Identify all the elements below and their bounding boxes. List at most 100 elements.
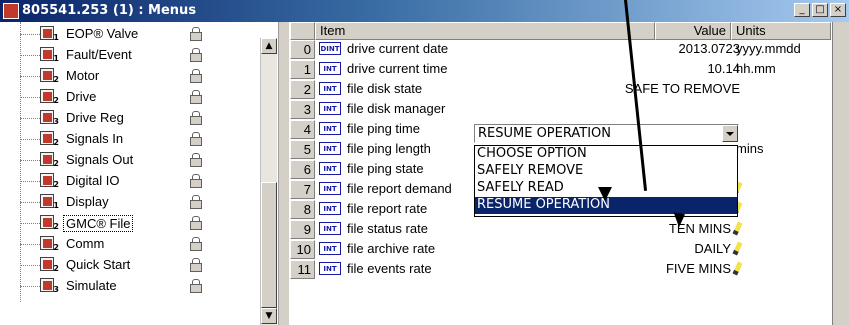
- tree-item[interactable]: 2 Signals Out: [20, 150, 230, 170]
- table-row[interactable]: 9 INT file status rate TEN MINS: [290, 220, 831, 239]
- item-value[interactable]: DAILY: [510, 241, 743, 256]
- maximize-button[interactable]: □: [812, 3, 828, 17]
- row-number: 1: [290, 60, 315, 79]
- node-level-number: 2: [53, 243, 59, 252]
- edit-pencil-icon[interactable]: [732, 261, 743, 276]
- menu-node-icon: 2: [40, 173, 59, 189]
- lock-icon: [190, 258, 202, 272]
- tree-item[interactable]: 2 Comm: [20, 234, 230, 254]
- data-type-badge: INT: [319, 262, 341, 275]
- lock-icon: [190, 48, 202, 62]
- tree-item[interactable]: 2 GMC® File: [20, 213, 230, 233]
- combo-selected-value: RESUME OPERATION: [478, 126, 611, 141]
- table-row[interactable]: 0 DINT drive current date 2013.0723 yyyy.mmd…: [290, 40, 831, 59]
- lock-icon: [190, 111, 202, 125]
- item-value[interactable]: 2013.0723: [510, 41, 740, 56]
- item-value[interactable]: 10.14: [510, 61, 740, 76]
- item-name: file events rate: [347, 261, 432, 276]
- node-level-number: 1: [53, 201, 59, 210]
- pane-splitter[interactable]: [278, 22, 289, 325]
- data-type-badge: DINT: [319, 42, 341, 55]
- tree-scrollbar[interactable]: ▲ ▼: [260, 38, 277, 325]
- item-name: drive current date: [347, 41, 449, 56]
- tree-branch-line: [20, 181, 40, 182]
- dropdown-option[interactable]: SAFELY REMOVE: [475, 163, 737, 180]
- item-name: file disk state: [347, 81, 423, 96]
- node-level-number: 3: [53, 117, 59, 126]
- tree-item[interactable]: 2 Drive: [20, 87, 230, 107]
- table-row[interactable]: 2 INT file disk state SAFE TO REMOVE: [290, 80, 831, 99]
- disk-manager-dropdown-list[interactable]: CHOOSE OPTION SAFELY REMOVE SAFELY READ …: [474, 145, 738, 217]
- item-units: hh.mm: [736, 61, 776, 76]
- tree-item-label: Simulate: [66, 278, 117, 293]
- menu-node-icon: 1: [40, 47, 59, 63]
- item-name: file ping time: [347, 121, 420, 136]
- table-row[interactable]: 11 INT file events rate FIVE MINS: [290, 260, 831, 279]
- tree-item[interactable]: 2 Digital IO: [20, 171, 230, 191]
- data-type-badge: INT: [319, 142, 341, 155]
- header-value[interactable]: Value: [655, 22, 731, 40]
- tree-scroll-thumb[interactable]: [261, 182, 277, 308]
- node-level-number: 2: [53, 75, 59, 84]
- edit-pencil-icon[interactable]: [732, 221, 743, 236]
- tree-item[interactable]: 2 Quick Start: [20, 255, 230, 275]
- data-type-badge: INT: [319, 222, 341, 235]
- tree-item-label: GMC® File: [63, 215, 134, 232]
- row-number: 8: [290, 200, 315, 219]
- scroll-up-arrow-icon[interactable]: ▲: [261, 38, 277, 54]
- lock-icon: [190, 27, 202, 41]
- tree-item[interactable]: 2 Motor: [20, 66, 230, 86]
- lock-icon: [190, 279, 202, 293]
- header-rownum: [290, 22, 315, 40]
- item-name: file status rate: [347, 221, 428, 236]
- header-units[interactable]: Units: [731, 22, 831, 40]
- node-level-number: 2: [53, 96, 59, 105]
- item-value[interactable]: FIVE MINS: [510, 261, 743, 276]
- row-number: 9: [290, 220, 315, 239]
- edit-pencil-icon[interactable]: [732, 241, 743, 256]
- scroll-down-arrow-icon[interactable]: ▼: [261, 308, 277, 324]
- menu-node-icon: 2: [40, 89, 59, 105]
- row-number: 3: [290, 100, 315, 119]
- grid-scrollbar[interactable]: [832, 22, 849, 325]
- minimize-button[interactable]: _: [794, 3, 810, 17]
- dropdown-option[interactable]: CHOOSE OPTION: [475, 146, 737, 163]
- tree-item-label: Quick Start: [66, 257, 131, 272]
- app-icon: [3, 3, 19, 19]
- close-button[interactable]: ×: [830, 3, 846, 17]
- item-value[interactable]: SAFE TO REMOVE: [510, 81, 740, 96]
- tree-item[interactable]: 3 Simulate: [20, 276, 230, 296]
- menu-node-icon: 1: [40, 26, 59, 42]
- item-name: file ping state: [347, 161, 424, 176]
- tree-item[interactable]: 2 Signals In: [20, 129, 230, 149]
- dropdown-arrow-icon[interactable]: [722, 125, 738, 142]
- tree-item[interactable]: 3 Drive Reg: [20, 108, 230, 128]
- tree-item-label: Display: [66, 194, 109, 209]
- node-level-number: 2: [53, 180, 59, 189]
- tree-branch-line: [20, 244, 40, 245]
- header-item[interactable]: Item: [315, 22, 655, 40]
- tree-item-label: Signals Out: [66, 152, 134, 167]
- tree-item[interactable]: 1 Fault/Event: [20, 45, 230, 65]
- disk-manager-combobox[interactable]: RESUME OPERATION: [474, 124, 739, 143]
- data-type-badge: INT: [319, 82, 341, 95]
- tree-branch-line: [20, 160, 40, 161]
- table-row[interactable]: 3 INT file disk manager: [290, 100, 831, 119]
- table-row[interactable]: 1 INT drive current time 10.14 hh.mm: [290, 60, 831, 79]
- parameter-grid: Item Value Units 0 DINT drive current date…: [290, 22, 831, 325]
- tree-item[interactable]: 1 EOP® Valve: [20, 24, 230, 44]
- data-type-badge: INT: [319, 182, 341, 195]
- tree-item[interactable]: 1 Display: [20, 192, 230, 212]
- table-row[interactable]: 10 INT file archive rate DAILY: [290, 240, 831, 259]
- tree-item-label: Drive: [66, 89, 97, 104]
- tree-item-label: Motor: [66, 68, 100, 83]
- menu-tree: 1 EOP® Valve 1 Fault/Event 2 Motor 2 Drive 3 Driv…: [0, 22, 275, 325]
- node-level-number: 1: [53, 33, 59, 42]
- row-number: 6: [290, 160, 315, 179]
- tree-item-label: Fault/Event: [66, 47, 132, 62]
- title-bar[interactable]: 805541.253 (1) : Menus _ □ ×: [0, 0, 849, 22]
- item-value[interactable]: TEN MINS: [510, 221, 743, 236]
- item-name: file disk manager: [347, 101, 446, 116]
- row-number: 2: [290, 80, 315, 99]
- row-number: 0: [290, 40, 315, 59]
